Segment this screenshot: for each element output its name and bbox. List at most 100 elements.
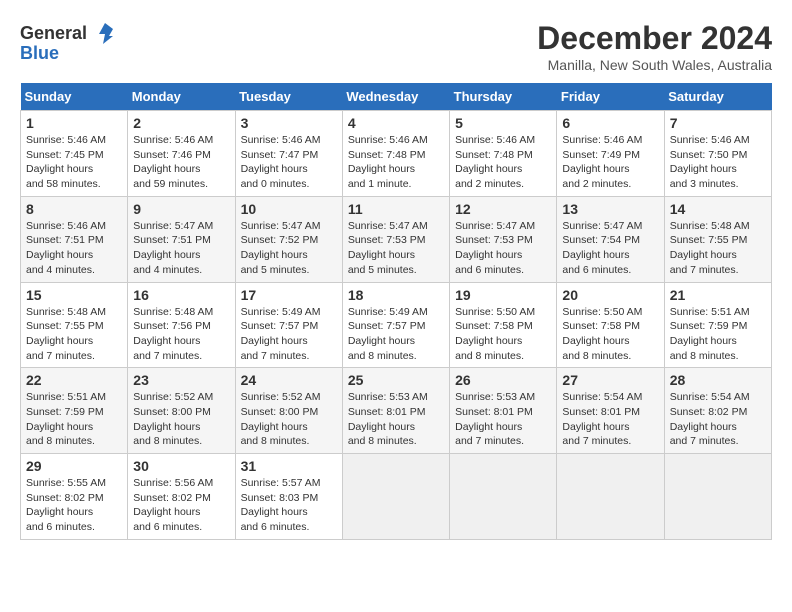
day-number: 18 (348, 287, 444, 303)
day-info: Sunrise: 5:48 AMSunset: 7:55 PMDaylight … (26, 305, 122, 364)
day-info: Sunrise: 5:49 AMSunset: 7:57 PMDaylight … (348, 305, 444, 364)
calendar-day-cell (664, 454, 771, 540)
calendar-day-cell: 23 Sunrise: 5:52 AMSunset: 8:00 PMDaylig… (128, 368, 235, 454)
day-info: Sunrise: 5:54 AMSunset: 8:01 PMDaylight … (562, 390, 658, 449)
day-number: 31 (241, 458, 337, 474)
day-info: Sunrise: 5:53 AMSunset: 8:01 PMDaylight … (455, 390, 551, 449)
day-number: 30 (133, 458, 229, 474)
day-info: Sunrise: 5:51 AMSunset: 7:59 PMDaylight … (26, 390, 122, 449)
day-number: 22 (26, 372, 122, 388)
calendar-table: SundayMondayTuesdayWednesdayThursdayFrid… (20, 83, 772, 540)
logo: General Blue (20, 20, 117, 64)
calendar-day-cell: 11 Sunrise: 5:47 AMSunset: 7:53 PMDaylig… (342, 196, 449, 282)
calendar-day-cell: 10 Sunrise: 5:47 AMSunset: 7:52 PMDaylig… (235, 196, 342, 282)
day-info: Sunrise: 5:55 AMSunset: 8:02 PMDaylight … (26, 476, 122, 535)
day-info: Sunrise: 5:48 AMSunset: 7:55 PMDaylight … (670, 219, 766, 278)
calendar-week-row: 29 Sunrise: 5:55 AMSunset: 8:02 PMDaylig… (21, 454, 772, 540)
day-number: 2 (133, 115, 229, 131)
logo-blue: Blue (20, 44, 59, 64)
day-number: 29 (26, 458, 122, 474)
day-info: Sunrise: 5:47 AMSunset: 7:52 PMDaylight … (241, 219, 337, 278)
calendar-day-cell: 30 Sunrise: 5:56 AMSunset: 8:02 PMDaylig… (128, 454, 235, 540)
calendar-week-row: 15 Sunrise: 5:48 AMSunset: 7:55 PMDaylig… (21, 282, 772, 368)
day-of-week-header: Saturday (664, 83, 771, 111)
day-of-week-header: Monday (128, 83, 235, 111)
calendar-day-cell: 13 Sunrise: 5:47 AMSunset: 7:54 PMDaylig… (557, 196, 664, 282)
day-number: 13 (562, 201, 658, 217)
day-info: Sunrise: 5:51 AMSunset: 7:59 PMDaylight … (670, 305, 766, 364)
day-number: 23 (133, 372, 229, 388)
day-of-week-header: Sunday (21, 83, 128, 111)
day-number: 15 (26, 287, 122, 303)
calendar-day-cell: 1 Sunrise: 5:46 AMSunset: 7:45 PMDayligh… (21, 111, 128, 197)
calendar-day-cell: 4 Sunrise: 5:46 AMSunset: 7:48 PMDayligh… (342, 111, 449, 197)
calendar-day-cell: 2 Sunrise: 5:46 AMSunset: 7:46 PMDayligh… (128, 111, 235, 197)
calendar-day-cell: 17 Sunrise: 5:49 AMSunset: 7:57 PMDaylig… (235, 282, 342, 368)
calendar-day-cell (450, 454, 557, 540)
calendar-day-cell: 5 Sunrise: 5:46 AMSunset: 7:48 PMDayligh… (450, 111, 557, 197)
day-number: 25 (348, 372, 444, 388)
day-info: Sunrise: 5:46 AMSunset: 7:45 PMDaylight … (26, 133, 122, 192)
month-title: December 2024 (537, 20, 772, 57)
day-of-week-header: Wednesday (342, 83, 449, 111)
calendar-day-cell (557, 454, 664, 540)
calendar-day-cell: 31 Sunrise: 5:57 AMSunset: 8:03 PMDaylig… (235, 454, 342, 540)
calendar-week-row: 1 Sunrise: 5:46 AMSunset: 7:45 PMDayligh… (21, 111, 772, 197)
day-number: 8 (26, 201, 122, 217)
day-number: 27 (562, 372, 658, 388)
day-number: 1 (26, 115, 122, 131)
calendar-day-cell: 8 Sunrise: 5:46 AMSunset: 7:51 PMDayligh… (21, 196, 128, 282)
calendar-day-cell: 25 Sunrise: 5:53 AMSunset: 8:01 PMDaylig… (342, 368, 449, 454)
calendar-day-cell: 15 Sunrise: 5:48 AMSunset: 7:55 PMDaylig… (21, 282, 128, 368)
day-info: Sunrise: 5:48 AMSunset: 7:56 PMDaylight … (133, 305, 229, 364)
day-number: 21 (670, 287, 766, 303)
calendar-day-cell: 16 Sunrise: 5:48 AMSunset: 7:56 PMDaylig… (128, 282, 235, 368)
day-of-week-header: Friday (557, 83, 664, 111)
day-info: Sunrise: 5:57 AMSunset: 8:03 PMDaylight … (241, 476, 337, 535)
calendar-day-cell: 21 Sunrise: 5:51 AMSunset: 7:59 PMDaylig… (664, 282, 771, 368)
day-info: Sunrise: 5:47 AMSunset: 7:53 PMDaylight … (348, 219, 444, 278)
day-number: 10 (241, 201, 337, 217)
day-number: 9 (133, 201, 229, 217)
day-number: 17 (241, 287, 337, 303)
day-info: Sunrise: 5:52 AMSunset: 8:00 PMDaylight … (133, 390, 229, 449)
calendar-day-cell: 27 Sunrise: 5:54 AMSunset: 8:01 PMDaylig… (557, 368, 664, 454)
day-info: Sunrise: 5:54 AMSunset: 8:02 PMDaylight … (670, 390, 766, 449)
calendar-day-cell: 29 Sunrise: 5:55 AMSunset: 8:02 PMDaylig… (21, 454, 128, 540)
day-number: 28 (670, 372, 766, 388)
day-number: 5 (455, 115, 551, 131)
location-title: Manilla, New South Wales, Australia (537, 57, 772, 73)
calendar-day-cell: 22 Sunrise: 5:51 AMSunset: 7:59 PMDaylig… (21, 368, 128, 454)
logo-bird-icon (89, 20, 117, 48)
day-info: Sunrise: 5:52 AMSunset: 8:00 PMDaylight … (241, 390, 337, 449)
calendar-day-cell: 14 Sunrise: 5:48 AMSunset: 7:55 PMDaylig… (664, 196, 771, 282)
day-info: Sunrise: 5:56 AMSunset: 8:02 PMDaylight … (133, 476, 229, 535)
day-number: 24 (241, 372, 337, 388)
calendar-day-cell: 6 Sunrise: 5:46 AMSunset: 7:49 PMDayligh… (557, 111, 664, 197)
day-number: 11 (348, 201, 444, 217)
day-number: 26 (455, 372, 551, 388)
day-info: Sunrise: 5:46 AMSunset: 7:51 PMDaylight … (26, 219, 122, 278)
calendar-day-cell: 20 Sunrise: 5:50 AMSunset: 7:58 PMDaylig… (557, 282, 664, 368)
day-info: Sunrise: 5:53 AMSunset: 8:01 PMDaylight … (348, 390, 444, 449)
day-of-week-header: Tuesday (235, 83, 342, 111)
calendar-week-row: 8 Sunrise: 5:46 AMSunset: 7:51 PMDayligh… (21, 196, 772, 282)
calendar-week-row: 22 Sunrise: 5:51 AMSunset: 7:59 PMDaylig… (21, 368, 772, 454)
day-number: 7 (670, 115, 766, 131)
day-number: 14 (670, 201, 766, 217)
day-info: Sunrise: 5:46 AMSunset: 7:47 PMDaylight … (241, 133, 337, 192)
day-info: Sunrise: 5:50 AMSunset: 7:58 PMDaylight … (455, 305, 551, 364)
page-header: General Blue December 2024 Manilla, New … (20, 20, 772, 73)
calendar-day-cell: 7 Sunrise: 5:46 AMSunset: 7:50 PMDayligh… (664, 111, 771, 197)
day-info: Sunrise: 5:46 AMSunset: 7:49 PMDaylight … (562, 133, 658, 192)
calendar-day-cell: 3 Sunrise: 5:46 AMSunset: 7:47 PMDayligh… (235, 111, 342, 197)
day-info: Sunrise: 5:46 AMSunset: 7:46 PMDaylight … (133, 133, 229, 192)
calendar-day-cell: 12 Sunrise: 5:47 AMSunset: 7:53 PMDaylig… (450, 196, 557, 282)
day-of-week-header: Thursday (450, 83, 557, 111)
day-info: Sunrise: 5:50 AMSunset: 7:58 PMDaylight … (562, 305, 658, 364)
calendar-day-cell: 28 Sunrise: 5:54 AMSunset: 8:02 PMDaylig… (664, 368, 771, 454)
day-info: Sunrise: 5:46 AMSunset: 7:50 PMDaylight … (670, 133, 766, 192)
day-info: Sunrise: 5:47 AMSunset: 7:51 PMDaylight … (133, 219, 229, 278)
day-number: 6 (562, 115, 658, 131)
day-number: 3 (241, 115, 337, 131)
